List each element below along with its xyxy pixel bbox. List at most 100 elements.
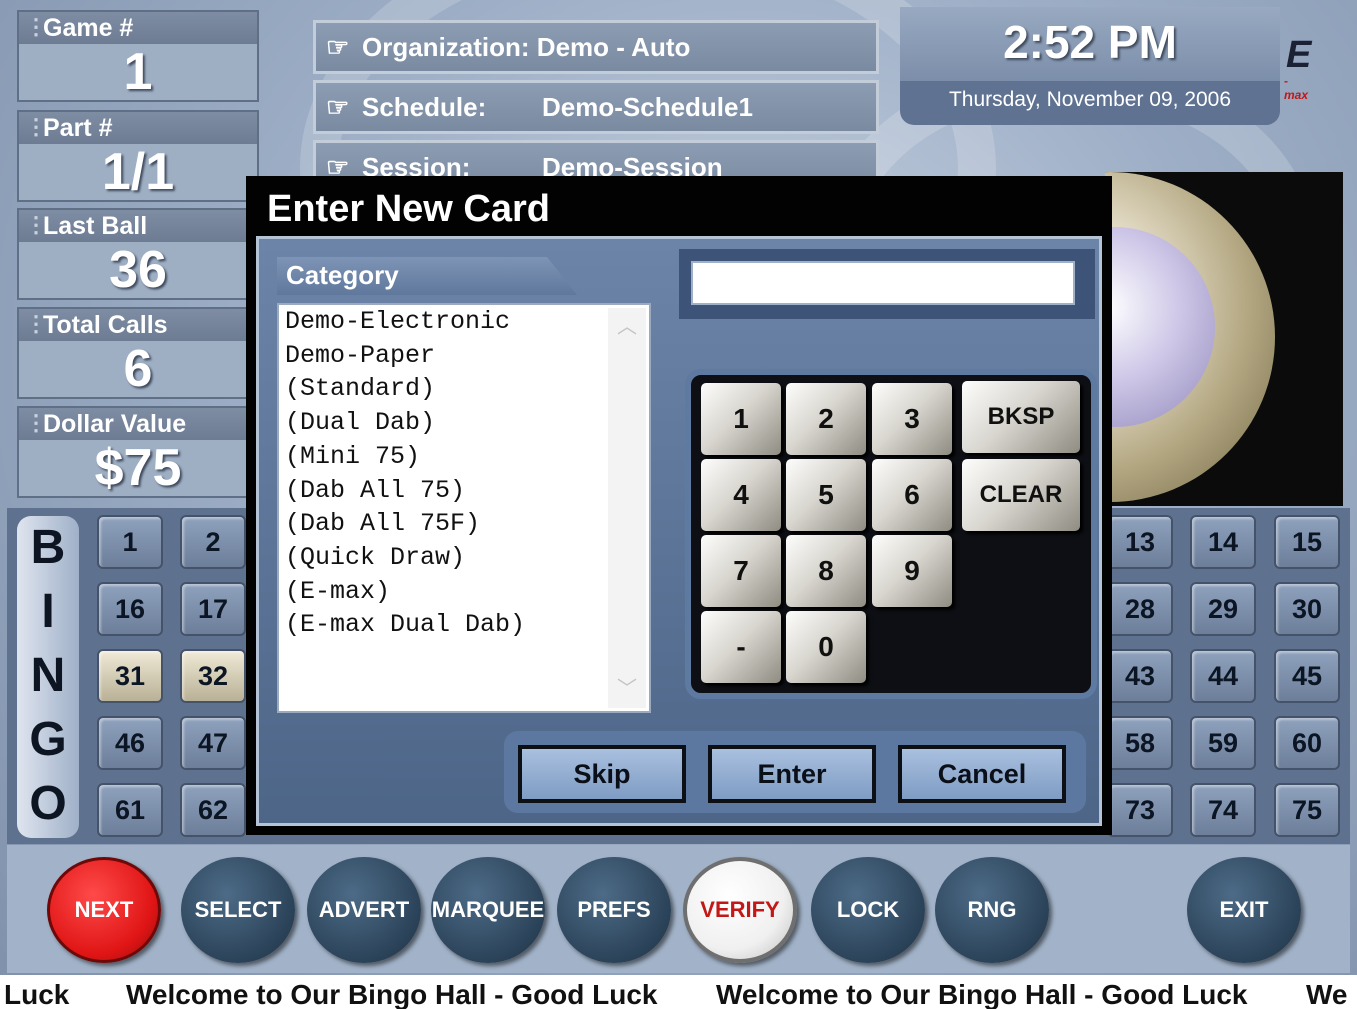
key-dash[interactable]: - bbox=[701, 611, 781, 683]
key-8[interactable]: 8 bbox=[786, 535, 866, 607]
skip-button[interactable]: Skip bbox=[518, 745, 686, 803]
key-5[interactable]: 5 bbox=[786, 459, 866, 531]
board-number[interactable]: 30 bbox=[1274, 582, 1340, 636]
listbox-scrollbar[interactable]: ︿ ﹀ bbox=[608, 308, 646, 708]
key-6[interactable]: 6 bbox=[872, 459, 952, 531]
key-3[interactable]: 3 bbox=[872, 383, 952, 455]
ticker-fragment-start: Luck bbox=[4, 979, 70, 1009]
bingo-letters-column: B I N G O bbox=[17, 516, 79, 838]
board-number[interactable]: 47 bbox=[180, 716, 246, 770]
category-item[interactable]: (Dual Dab) bbox=[279, 406, 649, 440]
category-item[interactable]: (Mini 75) bbox=[279, 440, 649, 474]
board-number[interactable]: 75 bbox=[1274, 783, 1340, 837]
board-number[interactable]: 29 bbox=[1190, 582, 1256, 636]
next-button[interactable]: NEXT bbox=[47, 857, 161, 963]
marquee-button[interactable]: MARQUEE bbox=[431, 857, 545, 963]
board-number[interactable]: 60 bbox=[1274, 716, 1340, 770]
rng-button[interactable]: RNG bbox=[935, 857, 1049, 963]
category-item[interactable]: Demo-Electronic bbox=[279, 305, 649, 339]
stat-game-number: Game # 1 bbox=[17, 10, 259, 102]
stat-dollar-value: Dollar Value $75 bbox=[17, 406, 259, 498]
cancel-button[interactable]: Cancel bbox=[898, 745, 1066, 803]
key-4[interactable]: 4 bbox=[701, 459, 781, 531]
key-2[interactable]: 2 bbox=[786, 383, 866, 455]
last-ball-image bbox=[1105, 172, 1343, 506]
enter-button[interactable]: Enter bbox=[708, 745, 876, 803]
backspace-key[interactable]: BKSP bbox=[962, 381, 1080, 453]
category-item[interactable]: (E-max) bbox=[279, 575, 649, 609]
board-number-called[interactable]: 31 bbox=[97, 649, 163, 703]
clock-date: Thursday, November 09, 2006 bbox=[900, 81, 1280, 125]
category-item[interactable]: Demo-Paper bbox=[279, 339, 649, 373]
board-number[interactable]: 44 bbox=[1190, 649, 1256, 703]
board-number[interactable]: 61 bbox=[97, 783, 163, 837]
board-number[interactable]: 43 bbox=[1107, 649, 1173, 703]
clock-panel: 2:52 PM Thursday, November 09, 2006 bbox=[900, 7, 1280, 125]
schedule-label: Schedule: bbox=[362, 92, 487, 122]
advert-button[interactable]: ADVERT bbox=[307, 857, 421, 963]
clear-key[interactable]: CLEAR bbox=[962, 459, 1080, 531]
verify-button[interactable]: VERIFY bbox=[683, 857, 797, 963]
category-item[interactable]: (Quick Draw) bbox=[279, 541, 649, 575]
hand-pointer-icon: ☞ bbox=[326, 92, 350, 122]
board-number[interactable]: 62 bbox=[180, 783, 246, 837]
organization-row[interactable]: ☞ Organization: Demo - Auto bbox=[313, 20, 879, 74]
board-number[interactable]: 28 bbox=[1107, 582, 1173, 636]
category-item[interactable]: (Dab All 75F) bbox=[279, 507, 649, 541]
category-item[interactable]: (Dab All 75) bbox=[279, 474, 649, 508]
clock-time: 2:52 PM bbox=[1003, 16, 1177, 68]
board-number[interactable]: 2 bbox=[180, 515, 246, 569]
board-number[interactable]: 17 bbox=[180, 582, 246, 636]
stat-label: Dollar Value bbox=[19, 407, 257, 440]
stat-value: 6 bbox=[123, 340, 153, 398]
key-7[interactable]: 7 bbox=[701, 535, 781, 607]
board-number[interactable]: 45 bbox=[1274, 649, 1340, 703]
category-item[interactable]: (E-max Dual Dab) bbox=[279, 608, 649, 642]
scroll-up-icon[interactable]: ︿ bbox=[616, 316, 638, 338]
category-item[interactable]: (Standard) bbox=[279, 372, 649, 406]
board-number-called[interactable]: 32 bbox=[180, 649, 246, 703]
letter-g: G bbox=[29, 713, 67, 766]
logo-subtext: -max bbox=[1284, 74, 1309, 102]
board-number[interactable]: 59 bbox=[1190, 716, 1256, 770]
schedule-row[interactable]: ☞ Schedule: Demo-Schedule1 bbox=[313, 80, 879, 134]
scroll-down-icon[interactable]: ﹀ bbox=[616, 678, 638, 700]
select-button[interactable]: SELECT bbox=[181, 857, 295, 963]
prefs-button[interactable]: PREFS bbox=[557, 857, 671, 963]
card-number-input[interactable] bbox=[691, 261, 1075, 305]
ticker-fragment-end: We bbox=[1306, 979, 1348, 1009]
dialog-body: Category Demo-Electronic Demo-Paper (Sta… bbox=[256, 236, 1102, 826]
board-number[interactable]: 16 bbox=[97, 582, 163, 636]
category-listbox[interactable]: Demo-Electronic Demo-Paper (Standard) (D… bbox=[277, 303, 651, 713]
enter-new-card-dialog: Enter New Card Category Demo-Electronic … bbox=[246, 176, 1112, 835]
lock-button[interactable]: LOCK bbox=[811, 857, 925, 963]
hand-pointer-icon: ☞ bbox=[326, 32, 350, 62]
exit-button[interactable]: EXIT bbox=[1187, 857, 1301, 963]
stat-label: Total Calls bbox=[19, 308, 257, 341]
stat-label: Part # bbox=[19, 111, 257, 144]
numeric-keypad: 1 2 3 BKSP 4 5 6 CLEAR 7 8 9 - 0 bbox=[685, 369, 1097, 699]
emax-logo: E -max bbox=[1284, 34, 1312, 102]
card-entry-frame bbox=[679, 249, 1095, 319]
board-number[interactable]: 13 bbox=[1107, 515, 1173, 569]
key-9[interactable]: 9 bbox=[872, 535, 952, 607]
organization-label: Organization: bbox=[362, 32, 530, 62]
letter-o: O bbox=[29, 777, 67, 830]
stat-part-number: Part # 1/1 bbox=[17, 110, 259, 202]
logo-text: E bbox=[1286, 34, 1312, 76]
stat-value: 1/1 bbox=[101, 143, 175, 201]
key-0[interactable]: 0 bbox=[786, 611, 866, 683]
ticker-message: Welcome to Our Bingo Hall - Good Luck bbox=[716, 979, 1248, 1009]
board-number[interactable]: 73 bbox=[1107, 783, 1173, 837]
board-number[interactable]: 14 bbox=[1190, 515, 1256, 569]
key-1[interactable]: 1 bbox=[701, 383, 781, 455]
bottom-nav-bar: NEXT SELECT ADVERT MARQUEE PREFS VERIFY … bbox=[7, 845, 1350, 973]
board-number[interactable]: 58 bbox=[1107, 716, 1173, 770]
board-number[interactable]: 1 bbox=[97, 515, 163, 569]
board-number[interactable]: 74 bbox=[1190, 783, 1256, 837]
board-number[interactable]: 46 bbox=[97, 716, 163, 770]
dialog-title: Enter New Card bbox=[267, 188, 550, 230]
board-number[interactable]: 15 bbox=[1274, 515, 1340, 569]
category-header: Category bbox=[277, 257, 577, 295]
schedule-value: Demo-Schedule1 bbox=[542, 92, 753, 122]
